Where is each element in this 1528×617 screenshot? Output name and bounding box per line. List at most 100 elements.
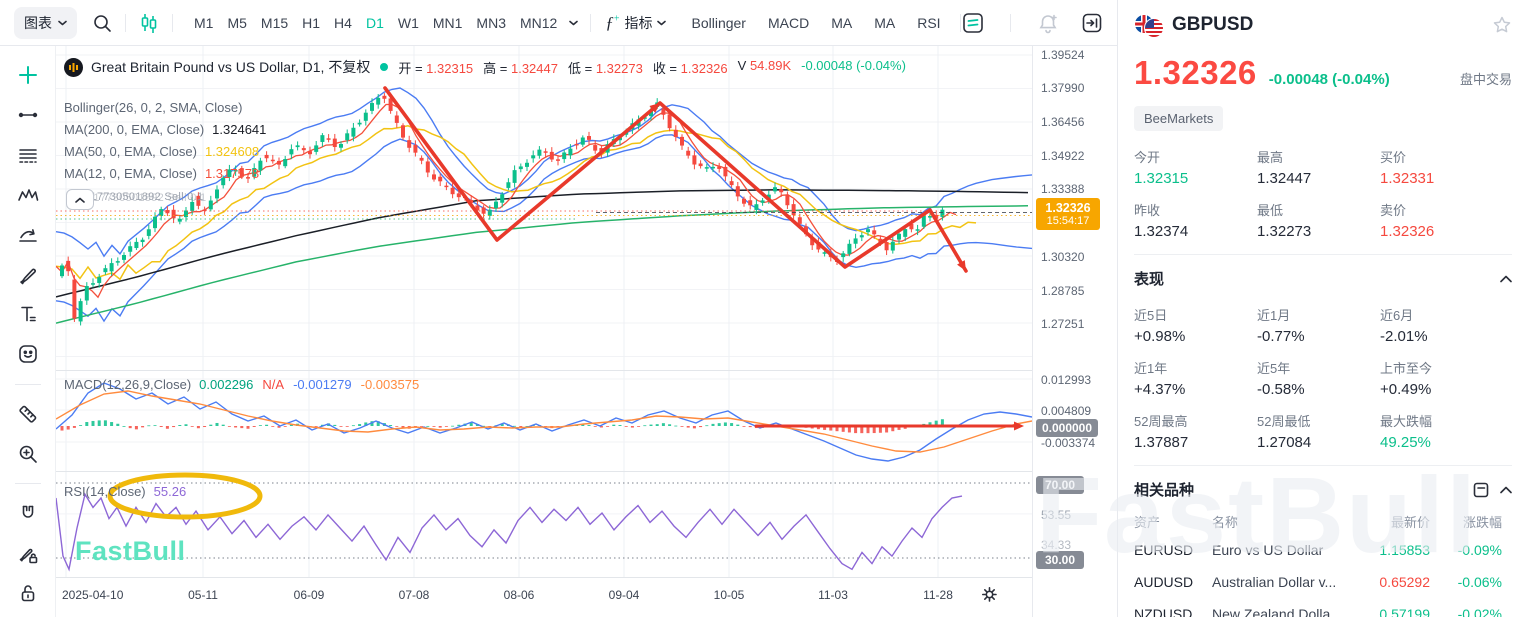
perf-stat-最大跌幅: 最大跌幅49.25% — [1380, 411, 1503, 451]
ma-legend[interactable]: MA(200, 0, EMA, Close)1.324641 — [64, 122, 266, 137]
pane-divider[interactable] — [56, 370, 1117, 371]
symbol-legend: Great Britain Pound vs US Dollar, D1, 不复… — [64, 57, 906, 77]
quote-stat-最高: 最高1.32447 — [1257, 147, 1380, 187]
price-change: -0.00048 (-0.04%) — [1269, 71, 1390, 88]
date-label: 2025-04-10 — [62, 588, 123, 602]
indicator-shortcut-ma[interactable]: MA — [820, 11, 863, 35]
fastbull-logo: FastBull — [75, 536, 186, 567]
chart-menu-button[interactable]: 图表 — [14, 7, 77, 39]
indicator-shortcut-rsi[interactable]: RSI — [906, 11, 951, 35]
macd-legend[interactable]: MACD(12,26,9,Close) 0.002296N/A-0.001279… — [64, 377, 419, 392]
emoji-sticker-icon[interactable] — [11, 338, 45, 371]
chevron-up-icon[interactable] — [1500, 275, 1512, 283]
text-tool-icon[interactable] — [11, 298, 45, 331]
toolbar-separator — [1010, 14, 1011, 32]
news-panel-icon[interactable] — [1472, 481, 1490, 499]
indicator-shortcut-macd[interactable]: MACD — [757, 11, 820, 35]
market-open-dot — [380, 63, 388, 71]
gbp-coin-icon — [64, 58, 83, 77]
price-tick: 1.28785 — [1041, 284, 1084, 298]
candlestick-chart-icon[interactable] — [134, 8, 164, 38]
timeframe-m1[interactable]: M1 — [187, 11, 220, 35]
ma-legend[interactable]: MA(50, 0, EMA, Close)1.324608 — [64, 144, 259, 159]
ruler-icon[interactable] — [11, 398, 45, 431]
timeframe-mn3[interactable]: MN3 — [469, 11, 513, 35]
related-row-NZDUSD[interactable]: NZDUSDNew Zealand Dolla...0.57199-0.02% — [1134, 598, 1512, 617]
date-label: 09-04 — [609, 588, 640, 602]
collapse-panel-icon[interactable] — [1077, 8, 1107, 38]
macd-value: -0.001279 — [293, 377, 352, 392]
zoom-in-icon[interactable] — [11, 438, 45, 471]
date-label: 06-09 — [294, 588, 325, 602]
tool-separator — [15, 483, 41, 484]
brush-icon[interactable] — [11, 258, 45, 291]
indicator-shortcut-ma[interactable]: MA — [863, 11, 906, 35]
legend-collapse-button[interactable] — [66, 189, 94, 210]
indicators-menu-label: 指标 — [624, 13, 652, 33]
broker-badge[interactable]: BeeMarkets — [1134, 106, 1223, 131]
price-tick: 1.37990 — [1041, 81, 1084, 95]
fib-lines-icon[interactable] — [11, 139, 45, 172]
divider — [1134, 465, 1512, 466]
curve-arrow-icon[interactable] — [11, 218, 45, 251]
performance-header[interactable]: 表现 — [1134, 268, 1512, 289]
ohlc-item: 高 = 1.32447 — [483, 58, 558, 77]
quote-stat-卖价: 卖价1.32326 — [1380, 200, 1503, 240]
top-toolbar: 图表 M1M5M15H1H4D1W1MN1MN3MN12 ƒ+ 指标 Bolli… — [0, 0, 1117, 46]
ma-legend[interactable]: MA(12, 0, EMA, Close)1.317578 — [64, 166, 259, 181]
quote-stat-昨收: 昨收1.32374 — [1134, 200, 1257, 240]
timeframe-mn12[interactable]: MN12 — [513, 11, 564, 35]
chevron-down-icon — [58, 20, 67, 26]
alert-bell-icon[interactable] — [1033, 8, 1063, 38]
price-tick: 1.39524 — [1041, 48, 1084, 62]
timeframe-more-chevron-icon[interactable] — [564, 8, 582, 38]
timeframe-mn1[interactable]: MN1 — [426, 11, 470, 35]
lock-icon[interactable] — [11, 577, 45, 610]
timeframe-m5[interactable]: M5 — [220, 11, 253, 35]
indicator-shortcut-bollinger[interactable]: Bollinger — [680, 11, 756, 35]
price-chart — [56, 45, 1032, 370]
rsi-30-tag: 30.00 — [1036, 551, 1084, 569]
rsi-legend[interactable]: RSI(14,Close) 55.26 — [64, 484, 186, 499]
price-scale[interactable]: 1.395241.379901.364561.349221.333881.303… — [1033, 45, 1117, 617]
wave-pattern-icon[interactable] — [11, 179, 45, 212]
timeframe-d1[interactable]: D1 — [359, 11, 391, 35]
brush-lock-icon[interactable] — [11, 537, 45, 570]
ohlc-values: 开 = 1.32315 高 = 1.32447 低 = 1.32273 收 = 1.3… — [398, 58, 906, 77]
crosshair-plus-icon[interactable] — [11, 59, 45, 92]
macd-zero-tag: 0.000000 — [1036, 419, 1098, 437]
date-label: 11-03 — [818, 588, 848, 602]
date-label: 05-11 — [188, 588, 218, 602]
function-icon: ƒ+ — [605, 13, 619, 33]
search-icon[interactable] — [87, 8, 117, 38]
rsi-chart — [56, 472, 1032, 577]
indicators-menu-button[interactable]: ƒ+ 指标 — [599, 13, 672, 33]
rsi-value: 55.26 — [154, 484, 187, 499]
timeframe-m15[interactable]: M15 — [254, 11, 295, 35]
timeframe-h4[interactable]: H4 — [327, 11, 359, 35]
settings-gear-icon[interactable] — [981, 586, 998, 608]
price-tick: 1.33388 — [1041, 182, 1084, 196]
magnet-icon[interactable] — [11, 497, 45, 530]
toolbar-separator — [590, 14, 591, 32]
bollinger-legend[interactable]: Bollinger(26, 0, 2, SMA, Close) — [64, 100, 242, 115]
price-pane[interactable] — [56, 45, 1032, 370]
chevron-up-icon[interactable] — [1500, 486, 1512, 494]
performance-grid: 近5日+0.98%近1月-0.77%近6月-2.01%近1年+4.37%近5年-… — [1134, 305, 1512, 451]
ohlc-item: 开 = 1.32315 — [398, 58, 473, 77]
time-axis[interactable]: 2025-04-1005-1106-0907-0808-0609-0410-05… — [56, 578, 1032, 617]
rsi-pane[interactable] — [56, 472, 1032, 577]
timeframe-w1[interactable]: W1 — [391, 11, 426, 35]
timeframe-h1[interactable]: H1 — [295, 11, 327, 35]
related-row-AUDUSD[interactable]: AUDUSDAustralian Dollar v...0.65292-0.06… — [1134, 566, 1512, 598]
favorite-star-icon[interactable] — [1492, 15, 1512, 35]
related-row-EURUSD[interactable]: EURUSDEuro vs US Dollar1.15853-0.09% — [1134, 534, 1512, 566]
ohlc-item: 收 = 1.32326 — [653, 58, 728, 77]
pane-divider[interactable] — [56, 471, 1117, 472]
session-status: 盘中交易 — [1460, 69, 1512, 88]
ohlc-item: 低 = 1.32273 — [568, 58, 643, 77]
layout-icon[interactable] — [958, 8, 988, 38]
order-line-label: #17730501892 Sell 0.1 #17730501892 Sell … — [84, 191, 206, 204]
related-header[interactable]: 相关品种 — [1134, 479, 1512, 500]
trend-line-icon[interactable] — [11, 99, 45, 132]
